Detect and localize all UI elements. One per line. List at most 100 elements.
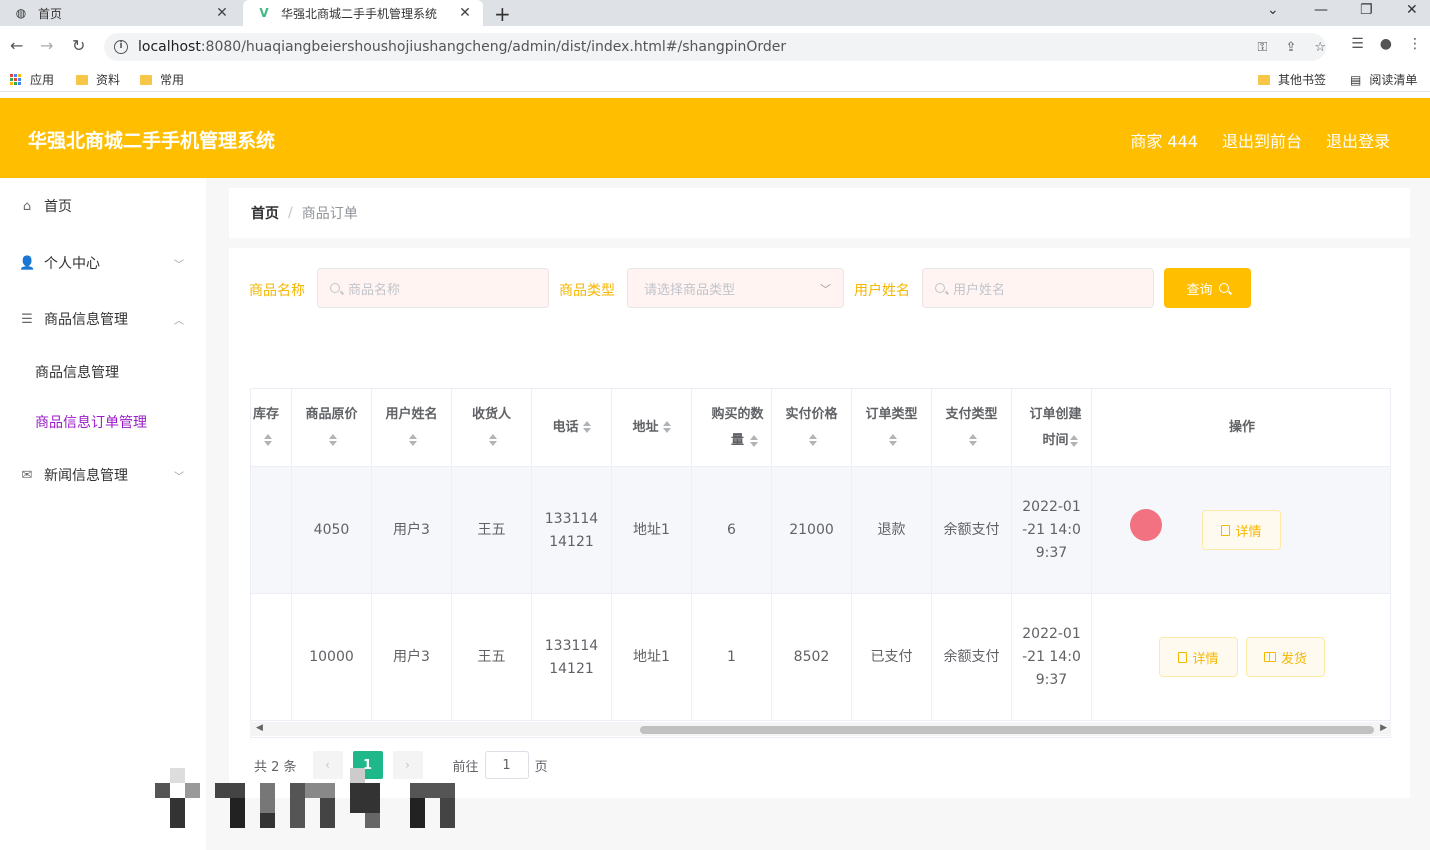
cell-stock [251,467,292,594]
detail-button[interactable]: 详情 [1159,637,1238,677]
sidebar-item-profile[interactable]: 👤 个人中心 ﹀ [0,248,206,278]
sidebar-item-home[interactable]: ⌂ 首页 [0,191,206,221]
goods-name-label: 商品名称 [249,283,305,299]
cell-user: 用户3 [372,467,452,594]
column-header-pay-type[interactable]: 支付类型 [932,389,1012,467]
bookmark-label: 应用 [30,73,55,87]
restore-icon[interactable]: ❐ [1360,2,1373,18]
query-button[interactable]: 查询 [1164,268,1251,308]
cell-pay-type: 余额支付 [932,594,1012,721]
window-close-icon[interactable]: ✕ [1406,2,1418,18]
cell-created: 2022-01-21 14:09:37 [1012,467,1092,594]
goto-page-input[interactable]: 1 [484,751,529,779]
home-icon: ⌂ [22,198,32,214]
back-to-front-link[interactable]: 退出到前台 [1222,128,1302,152]
close-icon[interactable]: ✕ [457,5,473,21]
sort-icon[interactable] [489,434,498,446]
column-label: 操作 [1228,419,1255,435]
reload-icon[interactable]: ↻ [72,36,85,55]
column-label: 库存 [252,406,279,422]
back-icon[interactable]: ← [10,36,23,55]
column-header-quantity[interactable]: 购买的数量 [692,389,772,467]
chevron-down-icon: ﹀ [174,471,184,483]
ship-button[interactable]: 发货 [1246,637,1325,677]
cell-stock [251,594,292,721]
submenu-goods-info[interactable]: 商品信息管理 [35,362,119,382]
star-icon[interactable]: ☆ [1314,40,1326,55]
column-header-phone[interactable]: 电话 [532,389,612,467]
user-name-input[interactable]: 用户姓名 [922,268,1154,308]
key-icon[interactable]: ⚿ [1258,40,1268,55]
scroll-right-icon[interactable]: ▶ [1380,723,1387,733]
goods-name-input[interactable]: 商品名称 [317,268,549,308]
user-name-label: 用户姓名 [854,283,910,299]
input-placeholder: 用户姓名 [953,282,1006,298]
breadcrumb-home[interactable]: 首页 [251,203,279,223]
bookmark-other[interactable]: 其他书签 [1258,71,1326,88]
bookmark-common[interactable]: 常用 [140,71,184,88]
sort-icon[interactable] [409,434,418,446]
profile-icon[interactable]: ● [1380,36,1392,52]
sidebar-item-label: 新闻信息管理 [44,468,128,484]
sidebar-item-news[interactable]: ✉ 新闻信息管理 ﹀ [0,460,206,490]
share-icon[interactable]: ⇪ [1285,40,1296,55]
cell-price: 10000 [292,594,372,721]
sort-icon[interactable] [263,434,272,446]
horizontal-scrollbar[interactable]: ◀ ▶ [250,722,1391,736]
user-icon: 👤 [19,255,36,271]
info-icon[interactable]: i [114,40,128,54]
browser-tab-app[interactable]: V 华强北商城二手手机管理系统 ✕ [243,0,483,26]
sidebar-item-label: 个人中心 [44,256,100,272]
goods-type-select[interactable]: 请选择商品类型 ﹀ [627,268,844,308]
book-icon [1263,652,1276,662]
new-tab-icon[interactable]: + [494,2,511,26]
cell-paid: 21000 [772,467,852,594]
cell-order-type: 退款 [852,467,932,594]
sort-icon[interactable] [809,434,818,446]
column-label: 电话 [552,419,579,435]
more-icon[interactable]: ⋮ [1408,36,1422,52]
column-header-order-type[interactable]: 订单类型 [852,389,932,467]
address-bar-row: ← → ↻ i localhost:8080/huaqiangbeiershou… [0,26,1430,66]
bookmark-materials[interactable]: 资料 [76,71,120,88]
sort-icon[interactable] [329,434,338,446]
sort-icon[interactable] [969,434,978,446]
column-header-user[interactable]: 用户姓名 [372,389,452,467]
logout-link[interactable]: 退出登录 [1326,128,1390,152]
sort-icon[interactable] [1069,434,1078,447]
column-header-created[interactable]: 订单创建时间 [1012,389,1092,467]
bookmark-apps[interactable]: 应用 [10,71,54,88]
close-icon[interactable]: ✕ [214,5,230,21]
reading-list[interactable]: ▤ 阅读清单 [1350,71,1417,88]
column-header-price[interactable]: 商品原价 [292,389,372,467]
browser-tab-home[interactable]: ◍ 首页 ✕ [0,0,240,26]
column-header-paid[interactable]: 实付价格 [772,389,852,467]
cell-user: 用户3 [372,594,452,721]
column-header-address[interactable]: 地址 [612,389,692,467]
url-field[interactable]: i localhost:8080/huaqiangbeiershoushojiu… [104,33,1326,61]
bookmarks-bar: 应用 资料 常用 其他书签 ▤ 阅读清单 [0,66,1430,92]
tab-search-icon[interactable]: ⌄ [1267,2,1279,18]
sidebar-item-goods[interactable]: ☰ 商品信息管理 ︿ [0,304,206,334]
document-icon [1178,651,1188,663]
cell-order-type: 已支付 [852,594,932,721]
sort-icon[interactable] [749,434,758,447]
sort-icon[interactable] [889,434,898,446]
column-header-stock[interactable]: 库存 [251,389,292,467]
cell-receiver: 王五 [452,467,532,594]
current-user: 商家 444 [1130,132,1198,151]
submenu-goods-orders[interactable]: 商品信息订单管理 [35,412,147,432]
search-icon [1218,283,1229,293]
cell-address: 地址1 [612,467,692,594]
sort-icon[interactable] [582,421,591,433]
minimize-icon[interactable]: — [1314,2,1328,18]
scrollbar-thumb[interactable] [640,726,1374,734]
column-header-receiver[interactable]: 收货人 [452,389,532,467]
sort-icon[interactable] [662,421,671,433]
column-label: 实付价格 [785,406,838,422]
media-icon[interactable]: ☰ [1351,36,1364,52]
forward-icon[interactable]: → [40,36,53,55]
scroll-left-icon[interactable]: ◀ [256,723,263,733]
breadcrumb-separator: / [288,205,293,221]
detail-button[interactable]: 详情 [1202,510,1281,550]
